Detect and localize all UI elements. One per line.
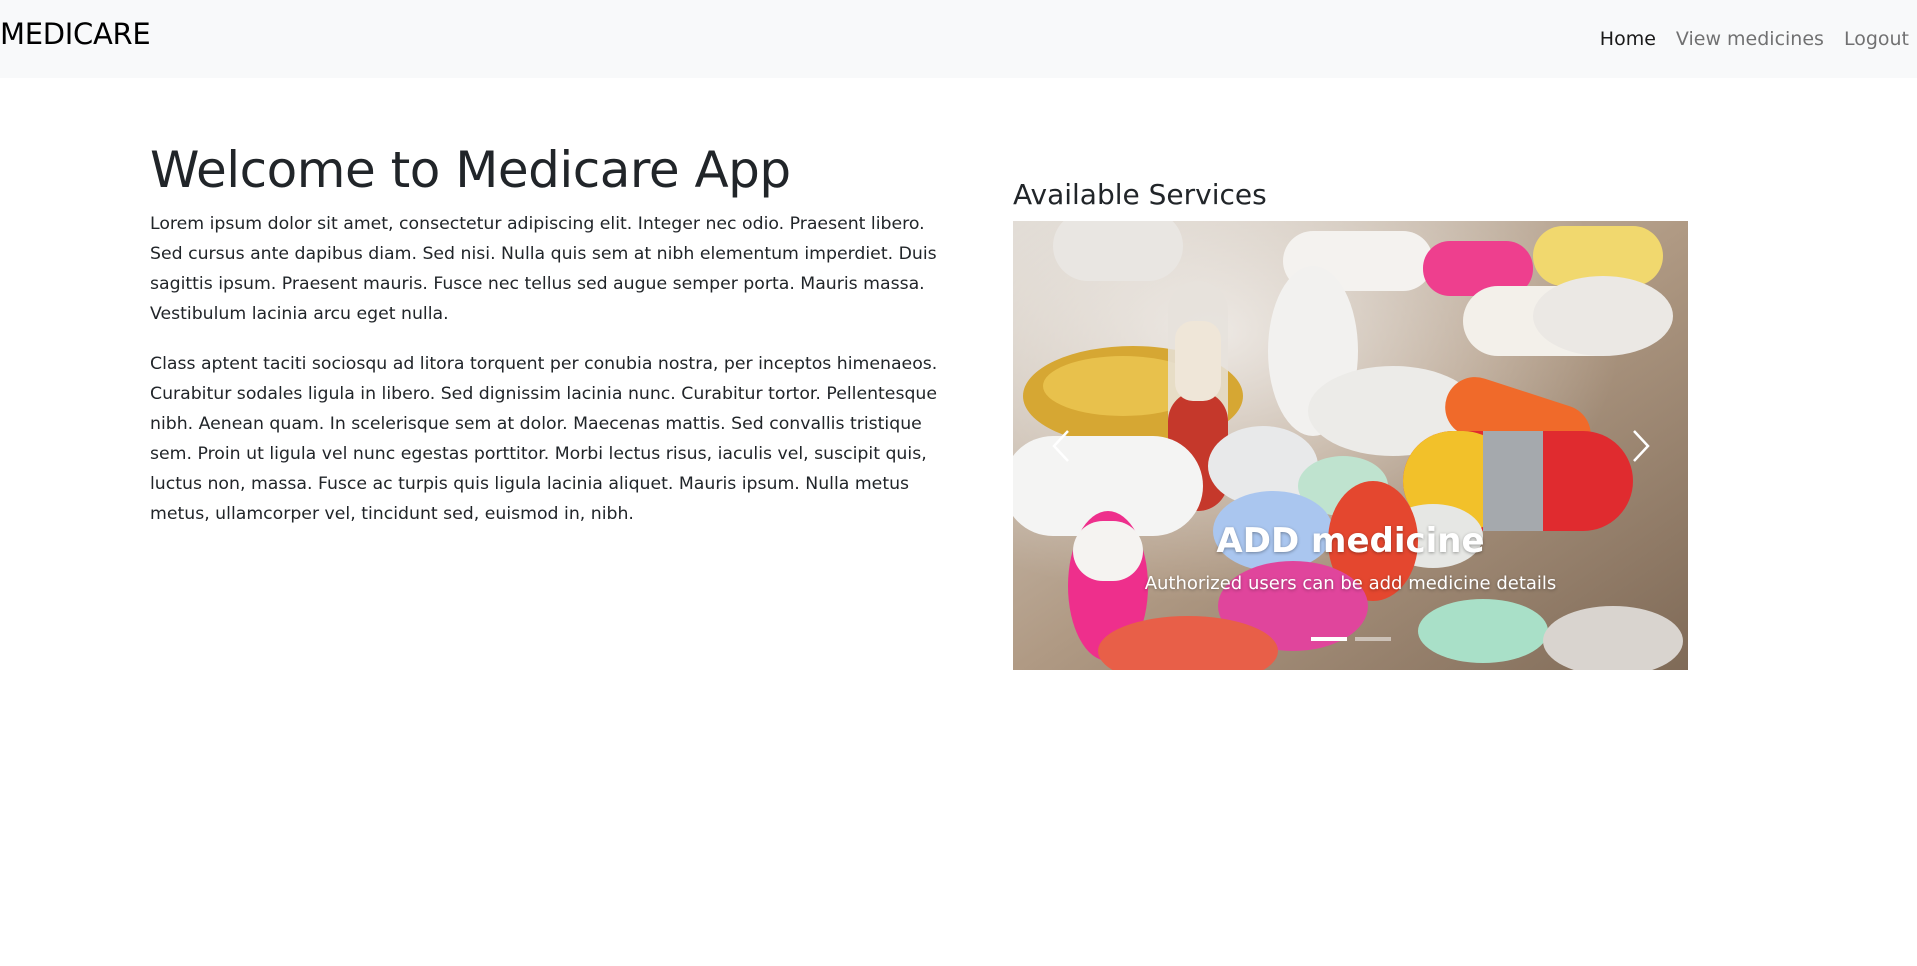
navbar: MEDICARE Home View medicines Logout — [0, 0, 1917, 78]
carousel-caption-title: ADD medicine — [1216, 521, 1485, 561]
services-carousel[interactable]: ADD medicine Authorized users can be add… — [1013, 221, 1688, 670]
nav-home-link[interactable]: Home — [1590, 24, 1666, 54]
carousel-indicator-1[interactable] — [1310, 637, 1347, 641]
carousel-prev-button[interactable] — [1013, 221, 1108, 670]
pills-photo — [1013, 221, 1688, 670]
carousel-caption-text: Authorized users can be add medicine det… — [1144, 573, 1557, 594]
chevron-right-icon — [1632, 429, 1650, 462]
carousel-next-button[interactable] — [1593, 221, 1688, 670]
nav-links: Home View medicines Logout — [1590, 24, 1917, 54]
nav-view-medicines-link[interactable]: View medicines — [1666, 24, 1834, 54]
nav-logout-link[interactable]: Logout — [1834, 24, 1917, 54]
intro-paragraph: Lorem ipsum dolor sit amet, consectetur … — [150, 214, 937, 324]
intro-paragraph-2: Class aptent taciti sociosqu ad litora t… — [150, 354, 938, 524]
brand-logo[interactable]: MEDICARE — [0, 16, 151, 52]
services-title: Available Services — [1013, 178, 1267, 211]
carousel-indicators — [1013, 633, 1688, 645]
page-title: Welcome to Medicare App — [150, 141, 791, 199]
carousel-indicator-2[interactable] — [1354, 637, 1391, 641]
chevron-left-icon — [1051, 429, 1069, 462]
